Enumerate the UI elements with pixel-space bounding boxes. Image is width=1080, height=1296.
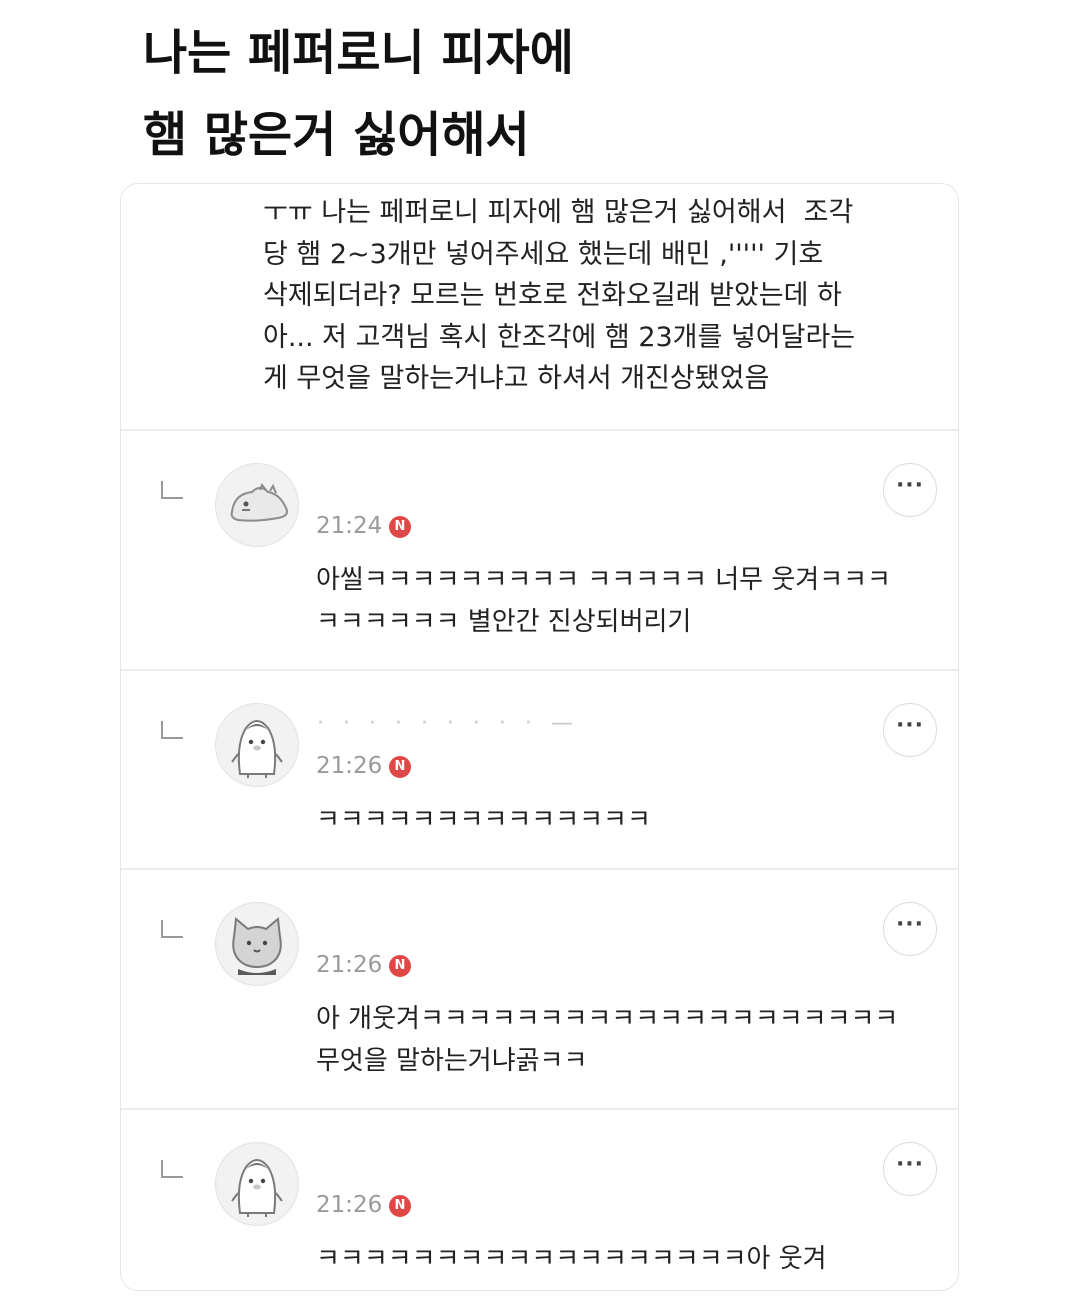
comment-time: 21:26 [316,952,383,978]
reply-arrow-icon [161,920,183,938]
reply-arrow-icon [161,721,183,739]
comment-item: 21:24 N ··· 아씰ㅋㅋㅋㅋㅋㅋㅋㅋㅋ ㅋㅋㅋㅋㅋ 너무 웃겨ㅋㅋㅋ ㅋ… [121,429,958,671]
comment-time: 21:24 [316,513,383,539]
more-options-button[interactable]: ··· [883,463,937,517]
new-badge: N [389,516,411,538]
comment-text: 아 개웃겨ㅋㅋㅋㅋㅋㅋㅋㅋㅋㅋㅋㅋㅋㅋㅋㅋㅋㅋㅋㅋ 무엇을 말하는거냐곩ㅋㅋ [316,1004,899,1076]
new-badge: N [389,1195,411,1217]
comment-text: 아씰ㅋㅋㅋㅋㅋㅋㅋㅋㅋ ㅋㅋㅋㅋㅋ 너무 웃겨ㅋㅋㅋ ㅋㅋㅋㅋㅋㅋ 별안간 진상… [316,565,891,637]
comment-text: ㅋㅋㅋㅋㅋㅋㅋㅋㅋㅋㅋㅋㅋㅋㅋㅋㅋㅋ아 웃겨 [316,1244,827,1274]
comment-text: ㅋㅋㅋㅋㅋㅋㅋㅋㅋㅋㅋㅋㅋㅋ [316,805,651,835]
dinosaur-avatar-icon[interactable] [215,463,299,547]
cat-avatar-icon[interactable] [215,902,299,986]
penguin-avatar-icon[interactable] [215,703,299,787]
reply-arrow-icon [161,481,183,499]
comment-nickname: · · · · · · · · · — [317,711,579,736]
comment-card: ㅜㅠ 나는 페퍼로니 피자에 햄 많은거 싫어해서 조각 당 햄 2~3개만 넣… [120,183,959,1291]
comment-item: 21:26 N ··· 아 개웃겨ㅋㅋㅋㅋㅋㅋㅋㅋㅋㅋㅋㅋㅋㅋㅋㅋㅋㅋㅋㅋ 무엇… [121,868,958,1110]
comment-time: 21:26 [316,1192,383,1218]
reply-arrow-icon [161,1160,183,1178]
penguin-avatar-icon[interactable] [215,1142,299,1226]
comment-item: 21:26 N ··· ㅋㅋㅋㅋㅋㅋㅋㅋㅋㅋㅋㅋㅋㅋㅋㅋㅋㅋ아 웃겨 [121,1108,958,1290]
more-options-button[interactable]: ··· [883,902,937,956]
headline: 나는 페퍼로니 피자에 햄 많은거 싫어해서 [143,12,574,176]
comment-time: 21:26 [316,753,383,779]
more-options-button[interactable]: ··· [883,703,937,757]
headline-line-2: 햄 많은거 싫어해서 [143,107,530,163]
more-options-button[interactable]: ··· [883,1142,937,1196]
new-badge: N [389,955,411,977]
new-badge: N [389,756,411,778]
post-body: ㅜㅠ 나는 페퍼로니 피자에 햄 많은거 싫어해서 조각 당 햄 2~3개만 넣… [263,197,856,394]
headline-line-1: 나는 페퍼로니 피자에 [143,25,574,81]
